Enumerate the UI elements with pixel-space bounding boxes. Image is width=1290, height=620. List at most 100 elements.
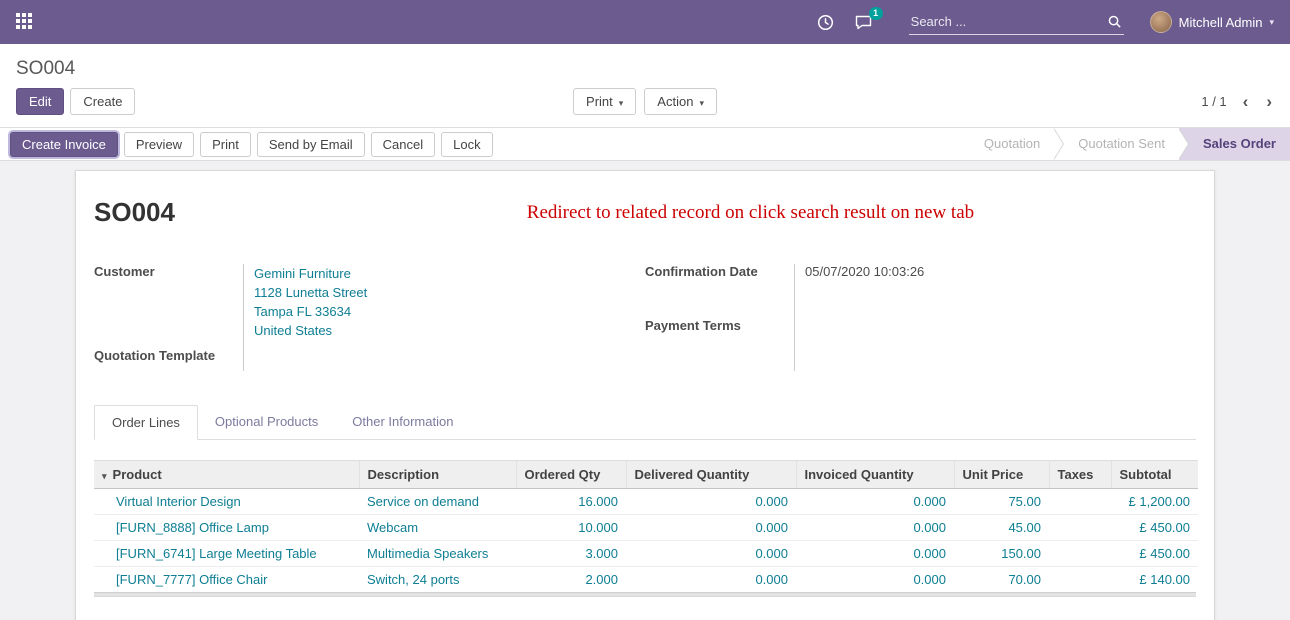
cell-taxes [1049,489,1111,515]
user-name: Mitchell Admin [1179,15,1263,30]
preview-button[interactable]: Preview [124,132,194,157]
column-header-product[interactable]: ▾ Product [94,461,359,489]
cell-subtotal: £ 450.00 [1111,541,1198,567]
apps-menu-icon[interactable] [16,13,34,31]
cell-unit-price: 45.00 [954,515,1049,541]
messages-icon[interactable]: 1 [854,14,873,30]
cell-product: [FURN_6741] Large Meeting Table [94,541,359,567]
order-line-row[interactable]: [FURN_6741] Large Meeting Table Multimed… [94,541,1198,567]
cell-taxes [1049,515,1111,541]
cell-delivered-qty: 0.000 [626,515,796,541]
field-group-left: Customer Gemini Furniture 1128 Lunetta S… [94,264,645,371]
cell-subtotal: £ 450.00 [1111,515,1198,541]
customer-street: 1128 Lunetta Street [254,283,645,302]
column-label: Product [113,467,162,482]
state-sales-order[interactable]: Sales Order [1179,128,1290,160]
cell-ordered-qty: 16.000 [516,489,626,515]
edit-button[interactable]: Edit [16,88,64,115]
column-header-delivered-quantity[interactable]: Delivered Quantity [626,461,796,489]
create-button[interactable]: Create [70,88,135,115]
annotation-text: Redirect to related record on click sear… [175,197,1196,224]
pager-value: 1 / 1 [1201,94,1226,109]
column-header-unit-price[interactable]: Unit Price [954,461,1049,489]
search-input[interactable] [909,10,1124,35]
cell-taxes [1049,541,1111,567]
pager-previous-button[interactable]: ‹ [1241,92,1251,112]
cell-description: Switch, 24 ports [359,567,516,593]
customer-country: United States [254,321,645,340]
caret-down-icon: ▾ [699,98,704,108]
quotation-template-label: Quotation Template [94,348,244,371]
cell-invoiced-qty: 0.000 [796,541,954,567]
state-label: Quotation [984,136,1040,151]
print-button[interactable]: Print [200,132,251,157]
field-payment-terms: Payment Terms [645,318,1196,372]
column-header-subtotal[interactable]: Subtotal [1111,461,1198,489]
payment-terms-value[interactable] [795,318,1196,372]
tab-other-information[interactable]: Other Information [335,405,470,439]
order-line-row[interactable]: [FURN_7777] Office Chair Switch, 24 port… [94,567,1198,593]
activities-clock-icon[interactable] [817,14,834,31]
create-invoice-button[interactable]: Create Invoice [10,132,118,157]
customer-name-link[interactable]: Gemini Furniture [254,264,645,283]
statusbar-buttons: Create Invoice Preview Print Send by Ema… [10,132,493,157]
notebook-tabs: Order Lines Optional Products Other Info… [94,405,1196,440]
control-panel-left: Edit Create [16,88,135,115]
print-dropdown[interactable]: Print▾ [573,88,636,115]
field-group-right: Confirmation Date 05/07/2020 10:03:26 Pa… [645,264,1196,371]
breadcrumb-item: SO004 [16,58,75,79]
state-label: Quotation Sent [1078,136,1165,151]
order-line-row[interactable]: [FURN_8888] Office Lamp Webcam 10.000 0.… [94,515,1198,541]
cell-ordered-qty: 2.000 [516,567,626,593]
cell-product: [FURN_7777] Office Chair [94,567,359,593]
tab-optional-products[interactable]: Optional Products [198,405,335,439]
field-quotation-template: Quotation Template [94,348,645,371]
top-navbar: 1 Mitchell Admin ▾ [0,0,1290,44]
send-by-email-button[interactable]: Send by Email [257,132,365,157]
pager: 1 / 1 ‹ › [1201,92,1274,112]
customer-label: Customer [94,264,244,348]
cell-description: Service on demand [359,489,516,515]
form-view-background: SO004 Redirect to related record on clic… [0,161,1290,620]
caret-down-icon: ▾ [619,98,624,108]
cell-invoiced-qty: 0.000 [796,489,954,515]
column-header-description[interactable]: Description [359,461,516,489]
state-quotation-sent[interactable]: Quotation Sent [1054,128,1179,160]
quotation-template-value[interactable] [244,348,645,371]
control-panel-center: Print▾ Action▾ [573,88,717,115]
confirmation-date-value: 05/07/2020 10:03:26 [795,264,1196,318]
customer-city: Tampa FL 33634 [254,302,645,321]
cell-delivered-qty: 0.000 [626,541,796,567]
customer-value: Gemini Furniture 1128 Lunetta Street Tam… [244,264,645,348]
user-menu[interactable]: Mitchell Admin ▾ [1150,11,1274,33]
cell-ordered-qty: 10.000 [516,515,626,541]
pager-next-button[interactable]: › [1264,92,1274,112]
confirmation-date-label: Confirmation Date [645,264,795,318]
cell-delivered-qty: 0.000 [626,567,796,593]
totals-row: Untaxed Amount: £ 2,240.00 [94,597,1196,620]
cell-product: [FURN_8888] Office Lamp [94,515,359,541]
order-line-row[interactable]: Virtual Interior Design Service on deman… [94,489,1198,515]
action-dropdown[interactable]: Action▾ [644,88,717,115]
navbar-search [909,10,1124,35]
cell-subtotal: £ 1,200.00 [1111,489,1198,515]
sort-caret-icon[interactable]: ▾ [102,471,107,481]
record-title: SO004 [94,197,175,228]
cell-unit-price: 75.00 [954,489,1049,515]
cell-taxes [1049,567,1111,593]
sheet-header: SO004 Redirect to related record on clic… [94,197,1196,228]
cell-description: Webcam [359,515,516,541]
cancel-button[interactable]: Cancel [371,132,435,157]
cell-unit-price: 70.00 [954,567,1049,593]
lock-button[interactable]: Lock [441,132,492,157]
column-header-taxes[interactable]: Taxes [1049,461,1111,489]
state-quotation[interactable]: Quotation [960,128,1054,160]
field-confirmation-date: Confirmation Date 05/07/2020 10:03:26 [645,264,1196,318]
cell-ordered-qty: 3.000 [516,541,626,567]
column-header-invoiced-quantity[interactable]: Invoiced Quantity [796,461,954,489]
search-icon[interactable] [1107,14,1122,32]
column-header-ordered-qty[interactable]: Ordered Qty [516,461,626,489]
field-groups: Customer Gemini Furniture 1128 Lunetta S… [94,264,1196,371]
cell-unit-price: 150.00 [954,541,1049,567]
tab-order-lines[interactable]: Order Lines [94,405,198,440]
